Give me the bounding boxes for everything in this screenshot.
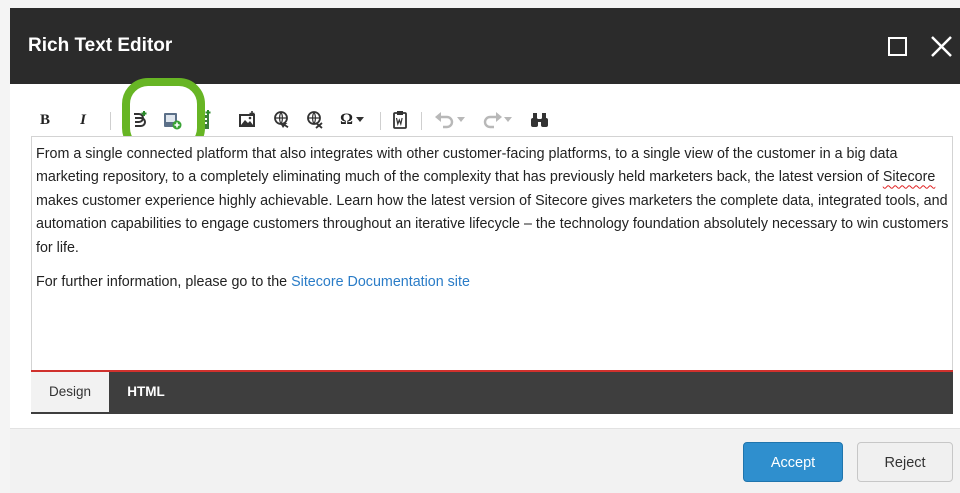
italic-button[interactable]: I [76,108,90,132]
dropdown-arrow-icon [355,117,364,122]
paragraph-text: For further information, please go to th… [36,274,292,291]
insert-sitecore-link-icon [200,110,211,129]
redo-icon [483,112,502,129]
paragraph-main: From a single connected platform that al… [36,143,950,260]
close-icon [931,36,952,57]
undo-icon [434,112,453,129]
insert-image-icon [239,111,255,127]
editor-mode-bar: Design HTML [31,370,953,414]
insert-sitecore-link-button[interactable] [196,108,214,132]
paragraph-further-info: For further information, please go to th… [36,271,950,294]
undo-button[interactable] [432,108,466,132]
rich-text-editor-dialog: Rich Text Editor B I Ω From a single con… [10,8,960,493]
paste-from-word-icon [393,111,407,129]
accept-button[interactable]: Accept [743,442,843,482]
binoculars-icon [531,113,548,127]
find-replace-button[interactable] [530,108,550,132]
insert-hyperlink-button[interactable] [272,108,292,132]
editor-content-area[interactable]: From a single connected platform that al… [31,136,953,373]
editor-toolbar: B I Ω [32,108,952,134]
paragraph-text: From a single connected platform that al… [36,146,898,186]
insert-symbol-button[interactable]: Ω [338,108,366,132]
tab-html[interactable]: HTML [123,372,169,412]
omega-icon: Ω [340,111,353,128]
dialog-footer: Accept Reject [10,428,960,493]
maximize-icon [888,37,907,56]
toolbar-separator [110,112,111,130]
insert-image-button[interactable] [237,108,257,132]
globe-link-icon [274,111,289,128]
toolbar-separator [380,112,381,130]
editor-content[interactable]: From a single connected platform that al… [36,143,950,305]
tab-design[interactable]: Design [31,372,109,412]
paragraph-text: makes customer experience highly achieva… [36,192,949,256]
insert-link-icon [134,111,147,127]
dropdown-arrow-icon [456,117,465,122]
insert-link-button[interactable] [130,108,148,132]
paste-from-word-button[interactable] [392,108,408,132]
maximize-button[interactable] [882,30,914,62]
title-bar: Rich Text Editor [10,8,960,84]
dropdown-arrow-icon [503,117,512,122]
close-button[interactable] [926,30,958,62]
reject-button[interactable]: Reject [857,442,953,482]
insert-media-icon [164,113,182,130]
toolbar-separator [421,112,422,130]
globe-unlink-icon [307,111,323,129]
insert-media-button[interactable] [162,108,182,132]
documentation-link[interactable]: Sitecore Documentation site [291,274,470,290]
remove-link-button[interactable] [305,108,325,132]
bold-button[interactable]: B [38,108,52,132]
redo-button[interactable] [479,108,513,132]
misspelled-word: Sitecore [882,169,936,186]
dialog-title: Rich Text Editor [28,35,173,56]
